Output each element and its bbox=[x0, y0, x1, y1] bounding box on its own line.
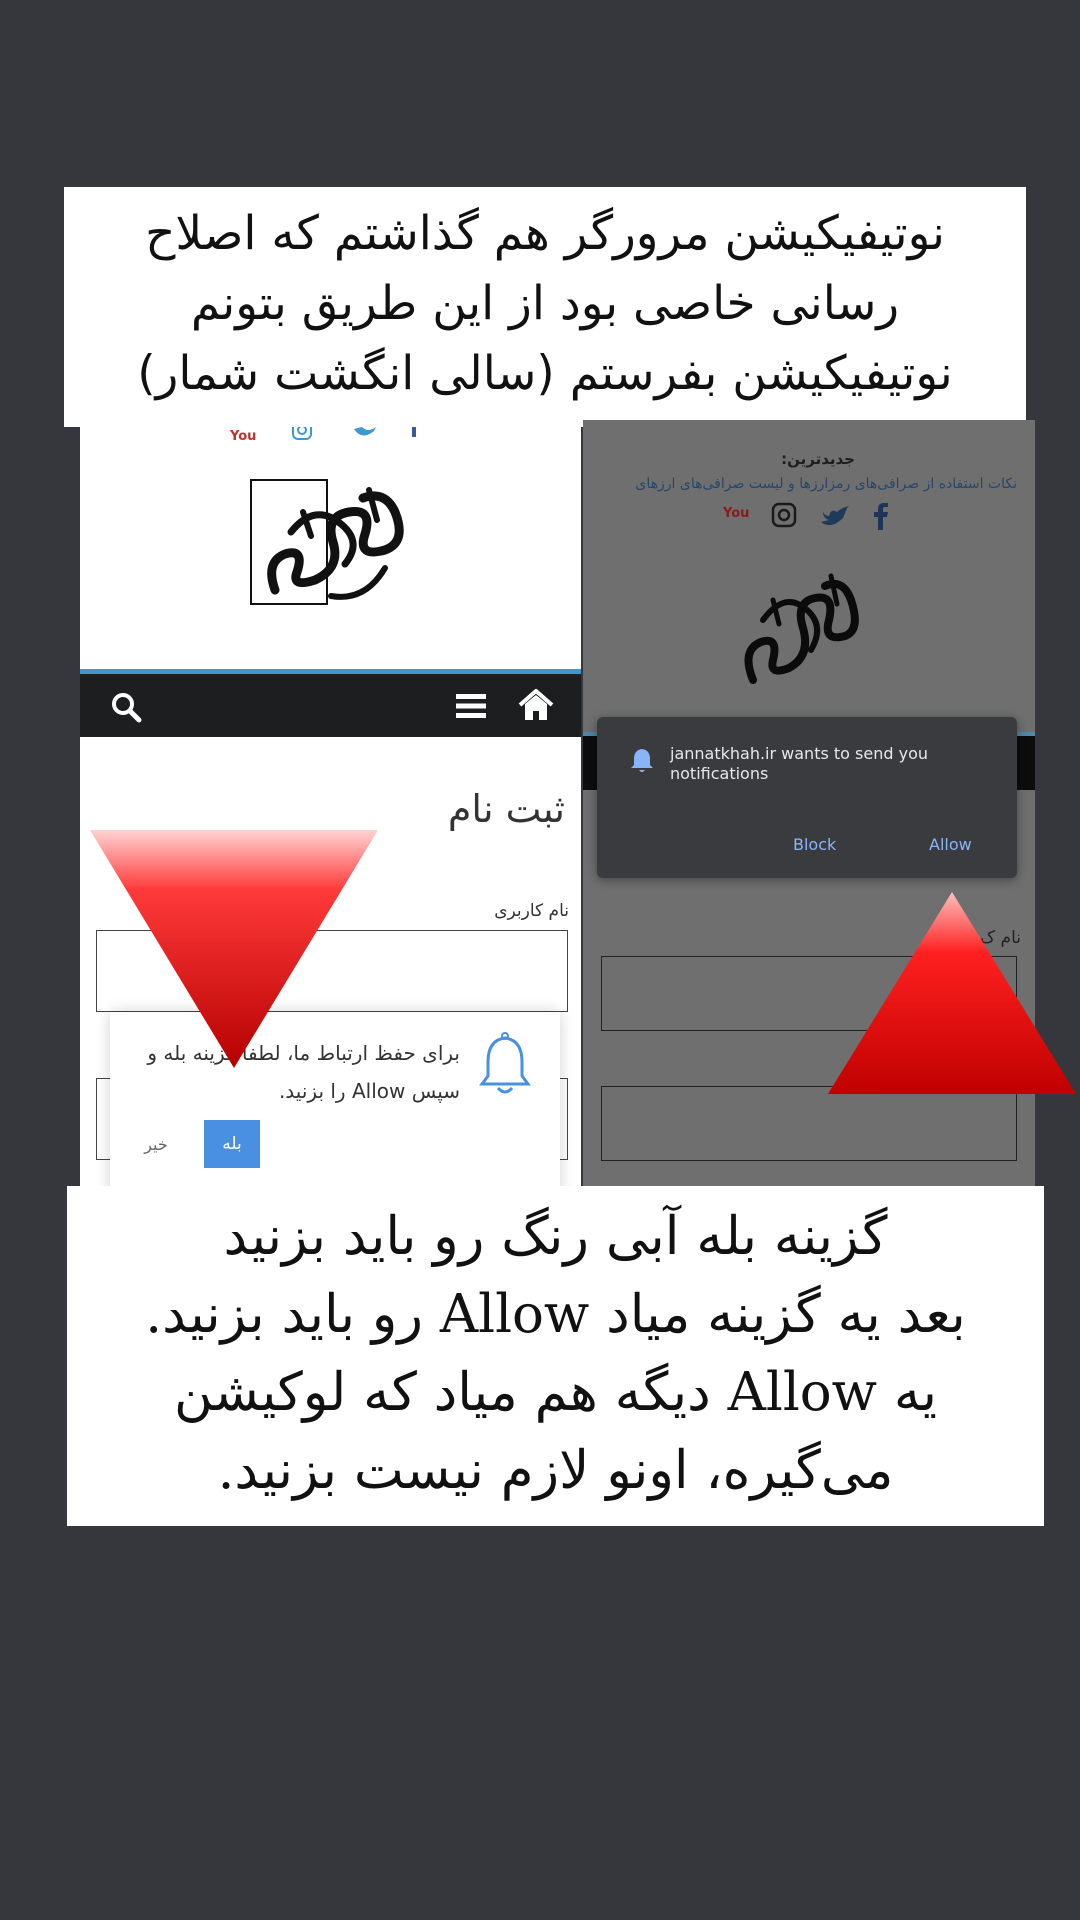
bottom-caption-line: می‌گیره، اونو لازم نیست بزنید. bbox=[217, 1440, 894, 1501]
search-icon[interactable] bbox=[110, 691, 142, 723]
facebook-icon[interactable] bbox=[412, 427, 416, 437]
social-icons-row: You bbox=[230, 427, 490, 447]
red-up-arrow-icon bbox=[828, 892, 1076, 1094]
username-label: نام کاربری bbox=[494, 901, 569, 921]
allow-button[interactable]: Allow bbox=[929, 835, 972, 854]
bell-icon bbox=[631, 749, 653, 772]
hamburger-menu-icon[interactable] bbox=[456, 693, 486, 719]
bottom-caption-line: بعد یه گزینه میاد Allow رو باید بزنید. bbox=[145, 1284, 966, 1345]
instagram-icon[interactable] bbox=[292, 427, 312, 441]
red-down-arrow-icon bbox=[90, 830, 378, 1068]
yes-button[interactable]: بله bbox=[204, 1120, 260, 1168]
instagram-icon[interactable] bbox=[771, 502, 797, 528]
latest-posts-title: جدیدترین: bbox=[781, 450, 855, 468]
bottom-caption-line: یه Allow دیگه هم میاد که لوکیشن bbox=[173, 1362, 938, 1423]
home-icon[interactable] bbox=[518, 688, 554, 722]
top-caption-line: نوتیفیکیشن مرورگر هم گذاشتم که اصلاح bbox=[145, 206, 945, 261]
bottom-caption: گزینه بله آبی رنگ رو باید بزنید بعد یه گ… bbox=[67, 1186, 1044, 1526]
social-icons-row: You bbox=[723, 502, 903, 532]
bell-icon bbox=[479, 1032, 531, 1094]
no-button[interactable]: خیر bbox=[128, 1120, 184, 1168]
calligraphy-logo-icon bbox=[250, 479, 404, 605]
youtube-icon[interactable]: You bbox=[723, 504, 749, 524]
permission-message: jannatkhah.ir wants to send you notifica… bbox=[670, 744, 928, 783]
navbar bbox=[80, 674, 581, 737]
page-title: ثبت نام bbox=[447, 787, 565, 831]
calligraphy-logo-icon bbox=[744, 573, 859, 684]
top-caption: نوتیفیکیشن مرورگر هم گذاشتم که اصلاح رسا… bbox=[64, 187, 1026, 427]
facebook-icon[interactable] bbox=[873, 502, 889, 530]
block-button[interactable]: Block bbox=[793, 835, 836, 854]
top-caption-line: رسانی خاصی بود از این طریق بتونم bbox=[190, 276, 900, 331]
twitter-icon[interactable] bbox=[821, 504, 849, 528]
latest-post-link[interactable]: نکات استفاده از صرافی‌های رمزارزها و لیس… bbox=[583, 476, 1017, 492]
youtube-icon[interactable]: You bbox=[230, 427, 256, 447]
twitter-icon[interactable] bbox=[354, 427, 376, 441]
bottom-caption-line: گزینه بله آبی رنگ رو باید بزنید bbox=[223, 1206, 888, 1267]
top-caption-line: نوتیفیکیشن بفرستم (سالی انگشت شمار) bbox=[137, 346, 953, 401]
notification-permission-dialog: jannatkhah.ir wants to send you notifica… bbox=[597, 717, 1017, 878]
